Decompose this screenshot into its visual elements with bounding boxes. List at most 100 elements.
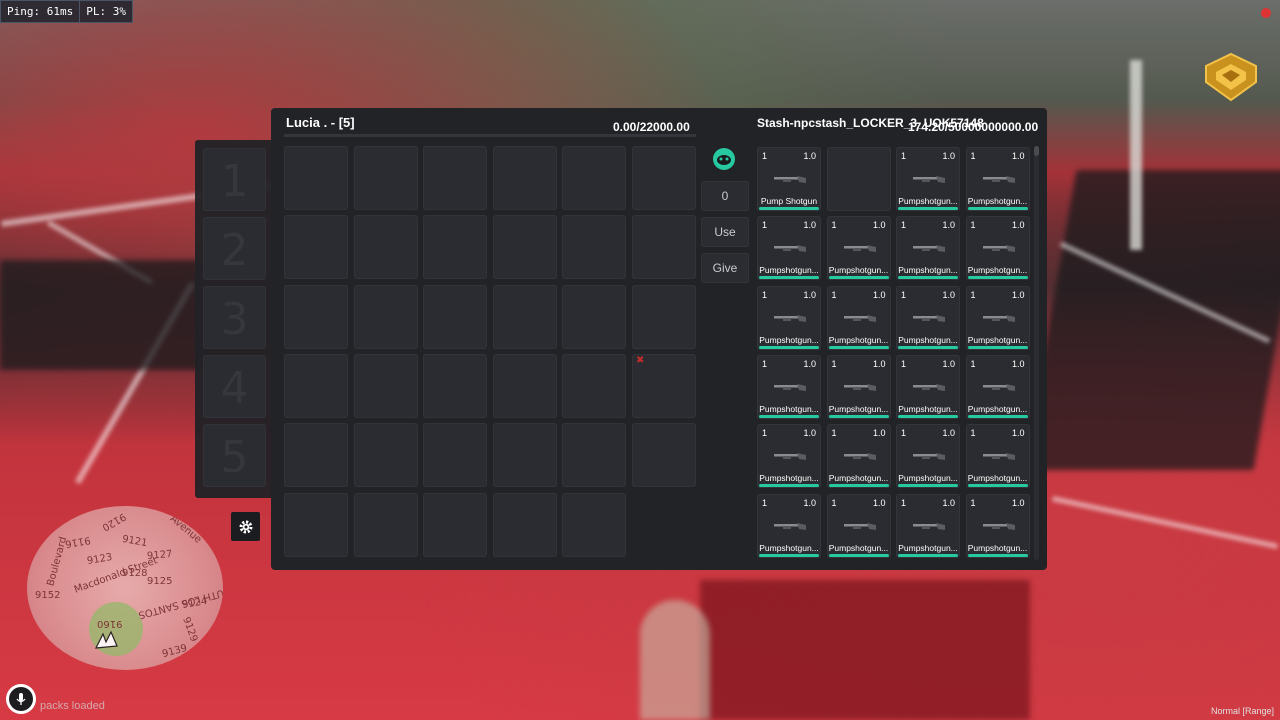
stash-slot[interactable]: 1 1.0 Pumpshotgun... — [896, 147, 960, 211]
inventory-slot[interactable] — [492, 146, 557, 210]
stash-slot[interactable]: 1 1.0 Pumpshotgun... — [965, 285, 1030, 350]
inventory-slot[interactable] — [492, 492, 557, 557]
status-text: packs loaded — [40, 700, 105, 712]
inventory-slot[interactable] — [562, 284, 626, 349]
inventory-slot[interactable] — [562, 215, 626, 280]
item-name: Pumpshotgun... — [898, 473, 958, 484]
inventory-slot[interactable] — [284, 353, 348, 418]
minimap-label: 9152 — [35, 590, 61, 601]
stash-slot[interactable]: 1 1.0 Pumpshotgun... — [826, 424, 891, 489]
inventory-slot[interactable] — [423, 423, 487, 488]
item-name: Pumpshotgun... — [828, 473, 889, 484]
stash-slot[interactable]: 1 1.0 Pumpshotgun... — [757, 424, 821, 489]
stash-slot[interactable]: 1 1.0 Pump Shotgun — [757, 147, 821, 211]
item-durability-bar — [828, 414, 889, 418]
inventory-slot[interactable] — [492, 284, 557, 349]
item-weight: 1.0 — [803, 151, 816, 161]
inventory-slot[interactable] — [423, 353, 487, 418]
hotbar-slot[interactable]: 2 — [203, 217, 266, 280]
minimap-label: 9120 — [99, 510, 128, 533]
stash-slot[interactable]: 1 1.0 Pumpshotgun... — [826, 493, 891, 558]
item-count: 1 — [901, 358, 907, 369]
inventory-slot[interactable] — [492, 215, 557, 280]
inventory-slot[interactable] — [353, 284, 418, 349]
inventory-slot[interactable] — [562, 423, 626, 488]
item-count: 1 — [901, 220, 907, 231]
hotbar-number: 1 — [220, 156, 249, 207]
inventory-slot[interactable] — [284, 215, 348, 280]
stash-slot[interactable]: 1 1.0 Pumpshotgun... — [826, 216, 891, 281]
inventory-slot[interactable] — [353, 423, 418, 488]
give-button[interactable]: Give — [701, 253, 749, 283]
inventory-slot[interactable] — [284, 492, 348, 557]
inventory-slot[interactable] — [631, 284, 696, 349]
inventory-slot[interactable] — [631, 423, 696, 488]
amount-input[interactable]: 0 — [701, 181, 749, 211]
inventory-slot[interactable] — [353, 215, 418, 280]
stash-slot[interactable]: 1 1.0 Pumpshotgun... — [965, 147, 1030, 211]
stash-slot[interactable]: 1 1.0 Pumpshotgun... — [757, 493, 821, 558]
item-durability-bar — [759, 414, 819, 418]
gear-icon — [239, 520, 252, 533]
minimap-label: Avenue — [167, 513, 204, 546]
voice-mode-label: Normal [Range] — [1210, 706, 1274, 716]
stash-scrollbar-thumb[interactable] — [1034, 146, 1039, 156]
inventory-slot[interactable] — [284, 146, 348, 210]
stash-scrollbar[interactable] — [1034, 146, 1039, 560]
inventory-slot[interactable] — [562, 492, 626, 557]
stash-slot[interactable]: 1 1.0 Pumpshotgun... — [965, 493, 1030, 558]
shotgun-icon — [982, 522, 1015, 530]
inventory-slot[interactable] — [353, 353, 418, 418]
inventory-slot[interactable] — [284, 423, 348, 488]
use-button[interactable]: Use — [701, 217, 749, 247]
stash-slot[interactable]: 1 1.0 Pumpshotgun... — [896, 285, 960, 350]
inventory-slot[interactable] — [423, 215, 487, 280]
shotgun-icon — [913, 245, 945, 253]
inventory-slot[interactable] — [492, 423, 557, 488]
stash-slot[interactable]: 1 1.0 Pumpshotgun... — [896, 424, 960, 489]
stash-slot[interactable]: 1 1.0 Pumpshotgun... — [965, 216, 1030, 281]
stash-slot[interactable]: 1 1.0 Pumpshotgun... — [757, 285, 821, 350]
shotgun-icon — [843, 453, 876, 461]
inventory-slot[interactable] — [492, 353, 557, 418]
inventory-slot[interactable] — [423, 284, 487, 349]
inventory-slot[interactable] — [562, 146, 626, 210]
shotgun-icon — [982, 383, 1015, 391]
hotbar-slot[interactable]: 5 — [203, 424, 266, 487]
stash-slot[interactable]: 1 1.0 Pumpshotgun... — [757, 354, 821, 419]
item-count: 1 — [901, 151, 907, 161]
item-durability-bar — [828, 553, 889, 557]
inventory-slot[interactable] — [353, 146, 418, 210]
inventory-slot[interactable] — [631, 215, 696, 280]
inventory-slot[interactable] — [562, 353, 626, 418]
stash-slot[interactable]: 1 1.0 Pumpshotgun... — [826, 285, 891, 350]
item-name: Pumpshotgun... — [828, 542, 889, 553]
stash-slot[interactable]: 1 1.0 Pumpshotgun... — [965, 424, 1030, 489]
stash-slot[interactable]: 1 1.0 Pumpshotgun... — [757, 216, 821, 281]
stash-slot[interactable]: 1 1.0 Pumpshotgun... — [896, 216, 960, 281]
shotgun-icon — [913, 176, 945, 183]
stash-slot[interactable] — [826, 147, 891, 211]
item-weight: 1.0 — [942, 151, 955, 161]
item-count: 1 — [970, 497, 976, 508]
stash-slot[interactable]: 1 1.0 Pumpshotgun... — [896, 354, 960, 419]
item-weight: 1.0 — [872, 358, 886, 369]
hotbar-slot[interactable]: 3 — [203, 286, 266, 349]
item-durability-bar — [759, 345, 819, 349]
minimap-label: 9125 — [147, 576, 173, 587]
inventory-slot[interactable] — [423, 492, 487, 557]
hotbar-slot[interactable]: 4 — [203, 355, 266, 418]
inventory-slot[interactable] — [284, 284, 348, 349]
inventory-slot[interactable] — [353, 492, 418, 557]
stash-slot[interactable]: 1 1.0 Pumpshotgun... — [965, 354, 1030, 419]
ping-readout: Ping: 61ms — [0, 0, 81, 23]
hotbar-slot[interactable]: 1 — [203, 148, 266, 211]
settings-button[interactable] — [231, 512, 260, 541]
stash-slot[interactable]: 1 1.0 Pumpshotgun... — [896, 493, 960, 558]
item-count: 1 — [762, 497, 768, 508]
inventory-slot[interactable] — [423, 146, 487, 210]
item-count: 1 — [762, 289, 768, 300]
stash-slot[interactable]: 1 1.0 Pumpshotgun... — [826, 354, 891, 419]
item-weight: 1.0 — [803, 358, 816, 369]
inventory-slot[interactable] — [631, 146, 696, 210]
